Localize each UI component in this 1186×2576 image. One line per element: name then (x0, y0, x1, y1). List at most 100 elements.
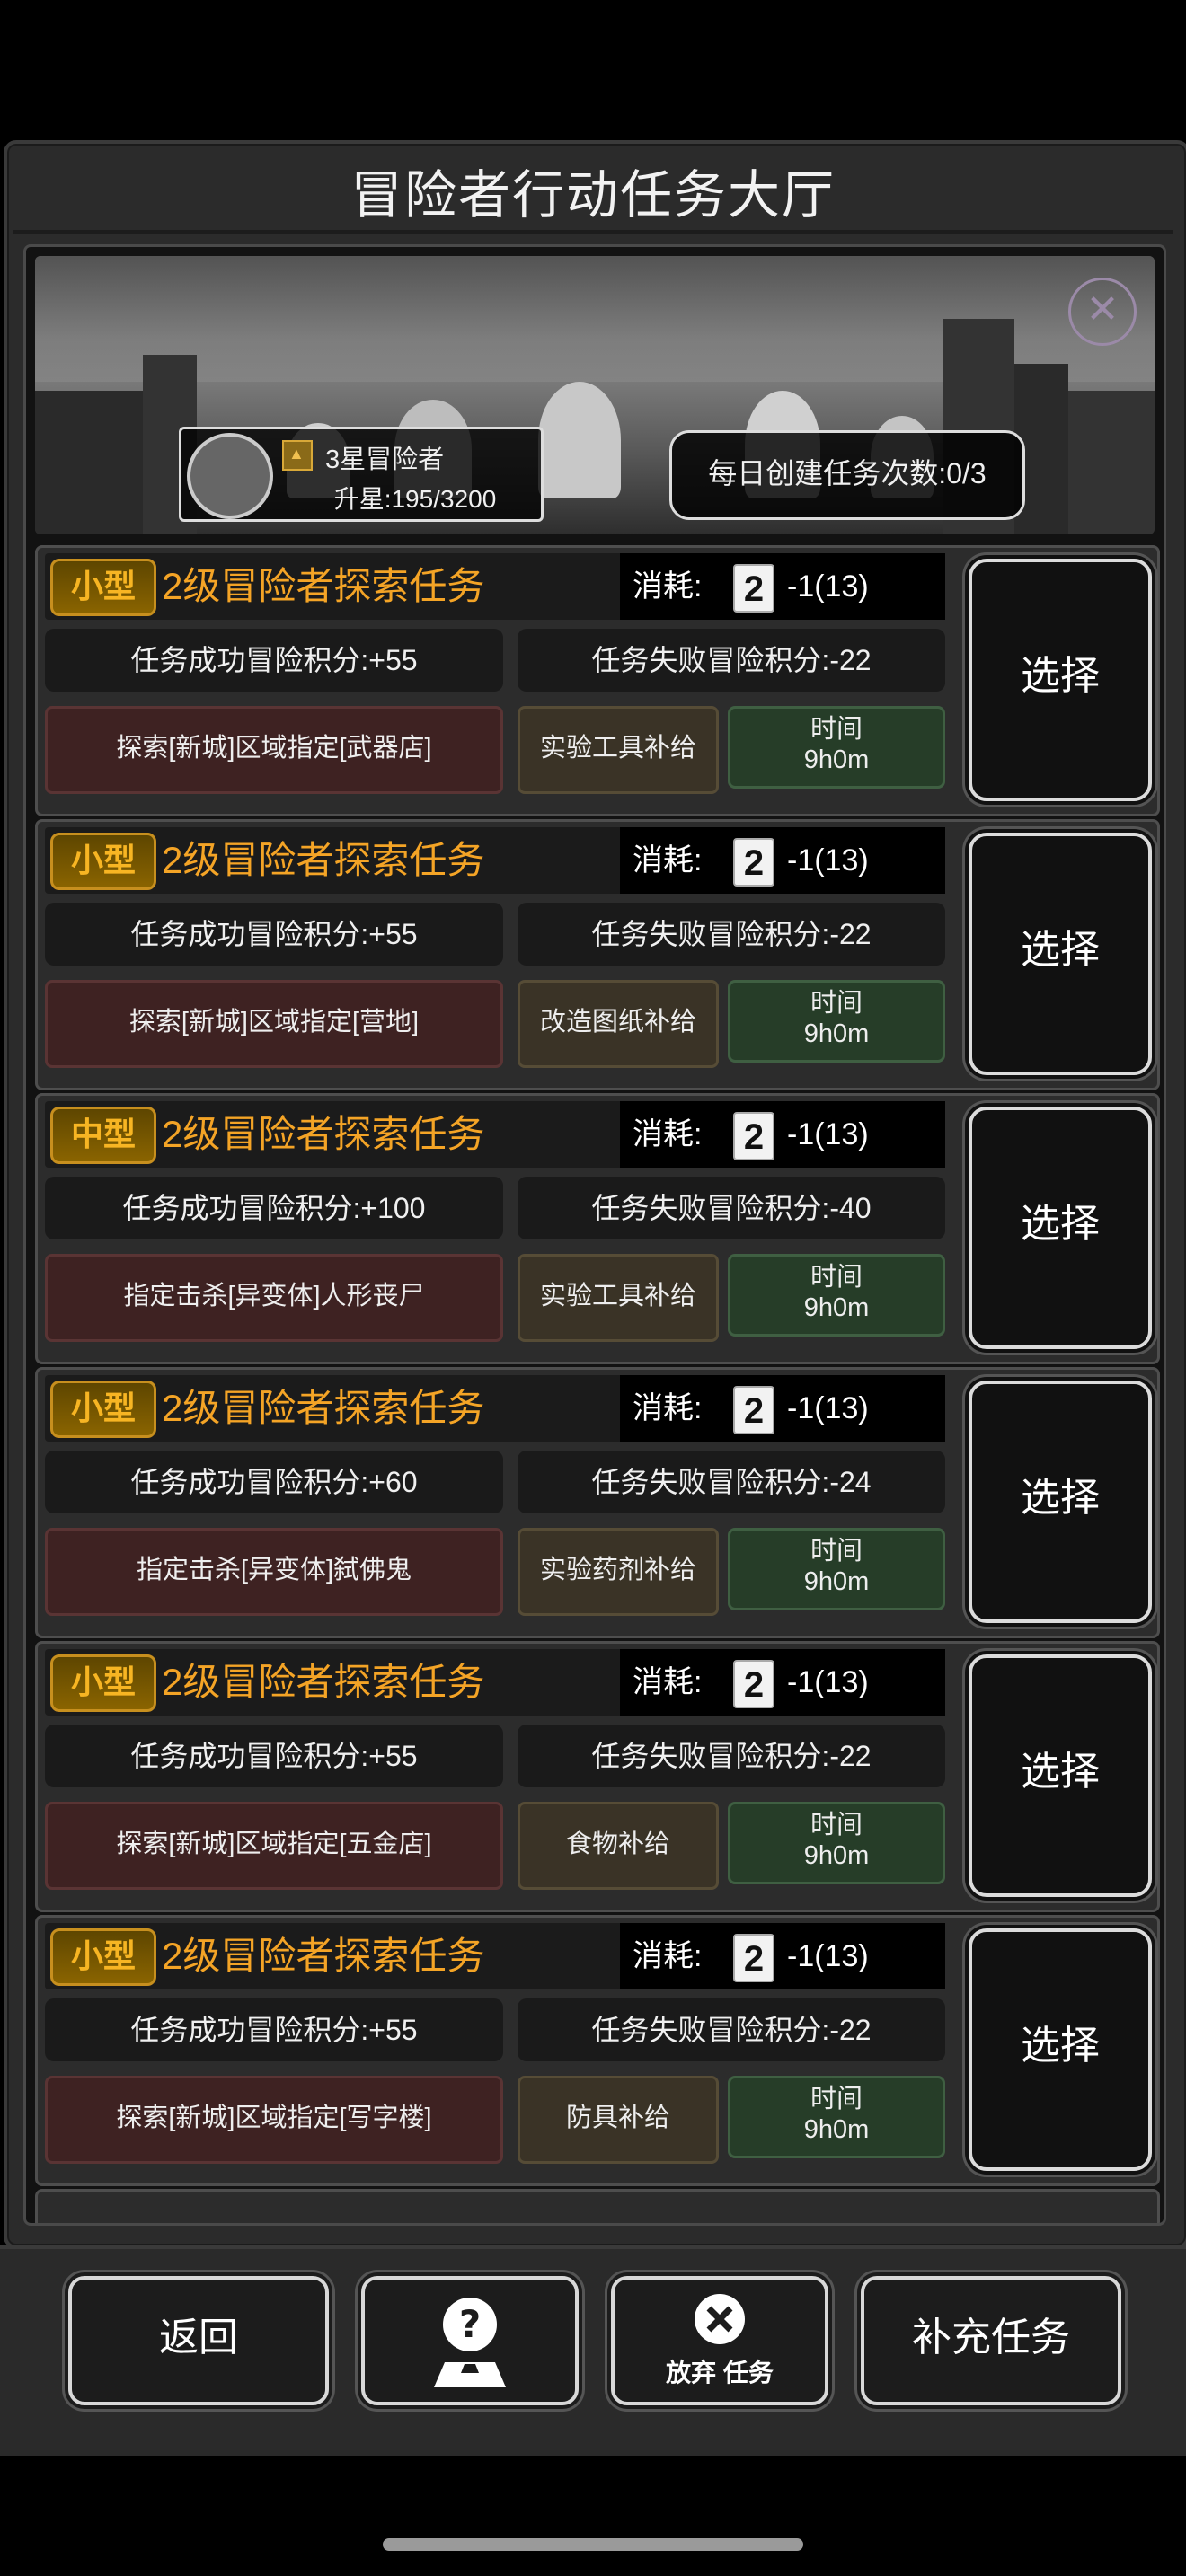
close-circle-icon (695, 2294, 745, 2344)
task-header: 小型 2级冒险者探索任务 消耗: 2 -1(13) (45, 553, 945, 620)
cost-label: 消耗: (633, 1939, 703, 1973)
select-button[interactable]: 选择 (969, 1928, 1152, 2171)
time-label: 时间 (810, 989, 863, 1018)
task-size-badge: 小型 (50, 833, 156, 890)
task-title: 2级冒险者探索任务 (162, 565, 485, 607)
task-requirement: 探索[新城]区域指定[营地] (45, 980, 503, 1068)
task-time: 时间 9h0m (728, 1802, 945, 1884)
rank-panel[interactable]: 3星冒险者 升星:195/3200 (179, 427, 544, 522)
task-size-badge: 小型 (50, 559, 156, 616)
svg-text:?: ? (459, 2302, 481, 2346)
time-label: 时间 (810, 1537, 863, 1566)
cost-value: -1(13) (787, 1665, 869, 1699)
fail-points: 任务失败冒险积分:-22 (518, 629, 945, 692)
cost-value: -1(13) (787, 1117, 869, 1151)
cost-label: 消耗: (633, 569, 703, 604)
fail-points: 任务失败冒险积分:-22 (518, 903, 945, 966)
supply-reward: 实验工具补给 (518, 1254, 719, 1342)
daily-create-count[interactable]: 每日创建任务次数:0/3 (669, 430, 1025, 520)
task-time: 时间 9h0m (728, 706, 945, 789)
select-button[interactable]: 选择 (969, 559, 1152, 801)
abandon-task-button[interactable]: 放弃 任务 (611, 2276, 828, 2405)
success-points: 任务成功冒险积分:+55 (45, 1725, 503, 1787)
time-label: 时间 (810, 1263, 863, 1292)
refill-tasks-label: 补充任务 (912, 2316, 1070, 2360)
dice-icon: 2 (733, 1934, 774, 1982)
supply-reward: 实验药剂补给 (518, 1528, 719, 1616)
building (35, 391, 143, 534)
avatar (187, 433, 273, 519)
time-value: 9h0m (803, 1019, 870, 1048)
cost-value: -1(13) (787, 569, 869, 604)
supply-reward: 食物补给 (518, 1802, 719, 1890)
task-title: 2级冒险者探索任务 (162, 1935, 485, 1977)
success-points: 任务成功冒险积分:+55 (45, 903, 503, 966)
cost-label: 消耗: (633, 1665, 703, 1699)
task-requirement: 指定击杀[异变体]人形丧尸 (45, 1254, 503, 1342)
task-list-container[interactable]: ✕ 3星冒险者 升星:195/3200 每日创建任务次数:0/3 小型 2级冒险… (23, 244, 1166, 2226)
success-points: 任务成功冒险积分:+60 (45, 1451, 503, 1513)
fail-points: 任务失败冒险积分:-24 (518, 1451, 945, 1513)
fail-points: 任务失败冒险积分:-22 (518, 1998, 945, 2061)
bottom-toolbar: 返回 ? 放弃 任务 补充任务 (0, 2245, 1186, 2456)
task-requirement: 探索[新城]区域指定[武器店] (45, 706, 503, 794)
task-card-partial[interactable] (35, 2189, 1160, 2223)
task-time: 时间 9h0m (728, 1254, 945, 1337)
dice-icon: 2 (733, 1386, 774, 1434)
supply-reward: 防具补给 (518, 2076, 719, 2164)
refill-tasks-button[interactable]: 补充任务 (861, 2276, 1121, 2405)
task-card[interactable]: 小型 2级冒险者探索任务 消耗: 2 -1(13) 任务成功冒险积分:+55 任… (35, 1641, 1160, 1912)
dice-icon: 2 (733, 838, 774, 887)
rank-progress: 升星:195/3200 (333, 485, 497, 513)
task-size-badge: 小型 (50, 1381, 156, 1438)
fail-points: 任务失败冒险积分:-22 (518, 1725, 945, 1787)
select-button[interactable]: 选择 (969, 833, 1152, 1075)
dice-icon: 2 (733, 564, 774, 613)
home-indicator[interactable] (383, 2538, 803, 2551)
select-button[interactable]: 选择 (969, 1381, 1152, 1623)
supply-reward: 改造图纸补给 (518, 980, 719, 1068)
time-value: 9h0m (803, 745, 870, 774)
help-map-icon: ? (434, 2298, 506, 2387)
task-time: 时间 9h0m (728, 1528, 945, 1610)
time-label: 时间 (810, 715, 863, 744)
back-button[interactable]: 返回 (68, 2276, 329, 2405)
task-requirement: 探索[新城]区域指定[五金店] (45, 1802, 503, 1890)
time-label: 时间 (810, 1811, 863, 1839)
cost-label: 消耗: (633, 1391, 703, 1425)
task-card[interactable]: 小型 2级冒险者探索任务 消耗: 2 -1(13) 任务成功冒险积分:+55 任… (35, 819, 1160, 1090)
building (1068, 391, 1155, 534)
task-header: 小型 2级冒险者探索任务 消耗: 2 -1(13) (45, 1649, 945, 1716)
task-title: 2级冒险者探索任务 (162, 1387, 485, 1429)
back-button-label: 返回 (159, 2316, 238, 2360)
cost-value: -1(13) (787, 1391, 869, 1425)
task-card[interactable]: 小型 2级冒险者探索任务 消耗: 2 -1(13) 任务成功冒险积分:+55 任… (35, 1915, 1160, 2186)
task-header: 小型 2级冒险者探索任务 消耗: 2 -1(13) (45, 1923, 945, 1989)
task-time: 时间 9h0m (728, 2076, 945, 2158)
cost-value: -1(13) (787, 1939, 869, 1973)
select-button[interactable]: 选择 (969, 1654, 1152, 1897)
adventurer-banner: ✕ 3星冒险者 升星:195/3200 每日创建任务次数:0/3 (35, 256, 1155, 534)
task-size-badge: 小型 (50, 1928, 156, 1986)
help-button[interactable]: ? (361, 2276, 579, 2405)
task-title: 2级冒险者探索任务 (162, 839, 485, 881)
task-header: 小型 2级冒险者探索任务 消耗: 2 -1(13) (45, 1375, 945, 1442)
success-points: 任务成功冒险积分:+100 (45, 1177, 503, 1239)
select-button[interactable]: 选择 (969, 1107, 1152, 1349)
cost-value: -1(13) (787, 843, 869, 878)
time-value: 9h0m (803, 1841, 870, 1870)
task-size-badge: 中型 (50, 1107, 156, 1164)
supply-reward: 实验工具补给 (518, 706, 719, 794)
task-requirement: 探索[新城]区域指定[写字楼] (45, 2076, 503, 2164)
task-card[interactable]: 小型 2级冒险者探索任务 消耗: 2 -1(13) 任务成功冒险积分:+55 任… (35, 545, 1160, 816)
dice-icon: 2 (733, 1112, 774, 1160)
page-title: 冒险者行动任务大厅 (350, 166, 836, 225)
fail-points: 任务失败冒险积分:-40 (518, 1177, 945, 1239)
cost-label: 消耗: (633, 1117, 703, 1151)
task-card[interactable]: 小型 2级冒险者探索任务 消耗: 2 -1(13) 任务成功冒险积分:+60 任… (35, 1367, 1160, 1638)
task-card[interactable]: 中型 2级冒险者探索任务 消耗: 2 -1(13) 任务成功冒险积分:+100 … (35, 1093, 1160, 1364)
time-value: 9h0m (803, 1293, 870, 1322)
success-points: 任务成功冒险积分:+55 (45, 1998, 503, 2061)
task-requirement: 指定击杀[异变体]弑佛鬼 (45, 1528, 503, 1616)
time-value: 9h0m (803, 1567, 870, 1596)
